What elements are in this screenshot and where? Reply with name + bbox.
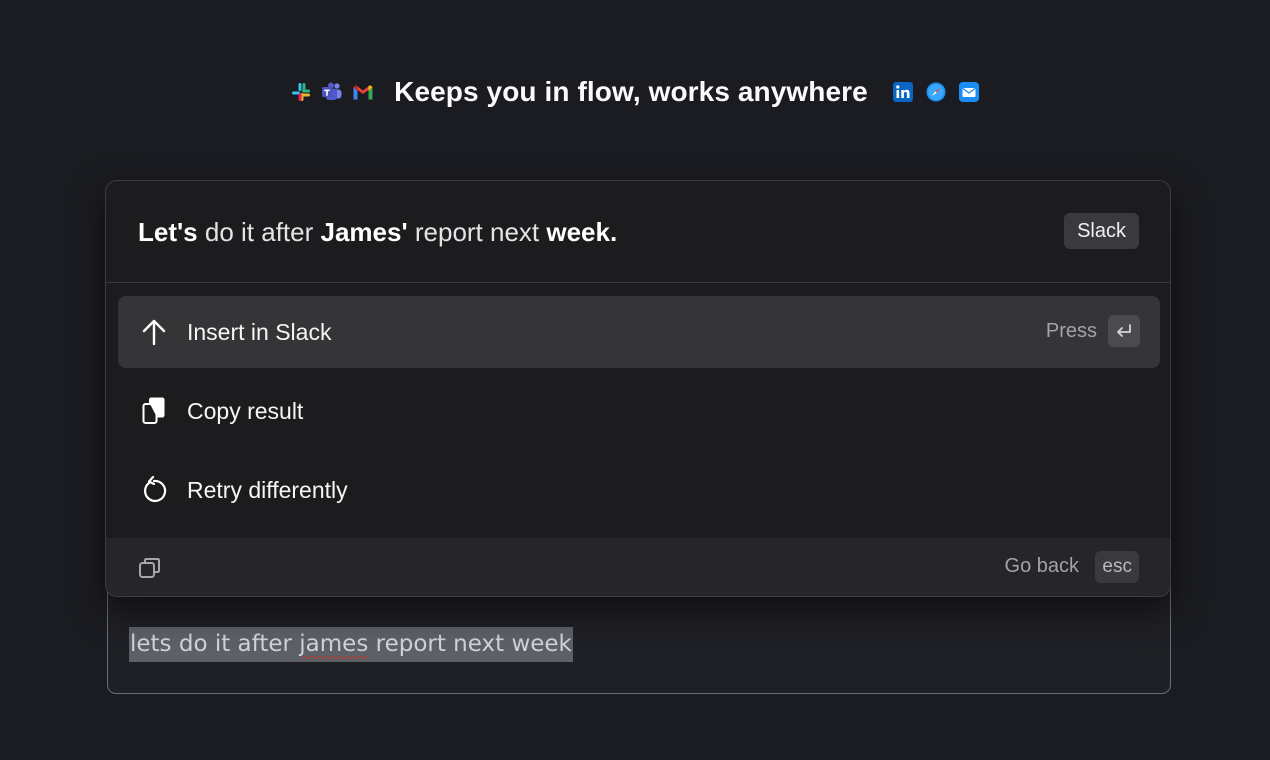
return-key-icon (1108, 315, 1140, 347)
selected-editor-text[interactable]: lets do it after james report next week (129, 627, 573, 662)
header: Keeps you in flow, works anywhere (0, 70, 1270, 114)
rewrite-panel: Let's do it after James' report next wee… (105, 180, 1171, 597)
panel-footer: Go back esc (106, 538, 1170, 596)
editor-text-after: report next week (368, 631, 572, 657)
press-hint: Press (1046, 315, 1140, 347)
app-badge: Slack (1064, 213, 1139, 249)
menu-item-retry[interactable]: Retry differently (118, 454, 1160, 526)
press-label: Press (1045, 319, 1097, 342)
gmail-icon (352, 81, 374, 103)
misspelled-word: james (299, 631, 369, 657)
action-menu: Insert in Slack Press Copy result Retry … (118, 296, 1160, 533)
panel-toggle-icon[interactable] (138, 556, 162, 580)
screen: Keeps you in flow, works anywhere lets d… (0, 0, 1270, 760)
menu-item-copy[interactable]: Copy result (118, 375, 1160, 447)
suggestion-header: Let's do it after James' report next wee… (106, 181, 1170, 283)
suggestion-part: report next (407, 217, 547, 247)
safari-icon (925, 81, 947, 103)
suggestion-text: Let's do it after James' report next wee… (138, 217, 617, 248)
mail-icon (958, 81, 980, 103)
arrow-up-icon (140, 318, 168, 346)
suggestion-part: do it after (197, 217, 321, 247)
slack-icon (290, 81, 312, 103)
suggestion-part: week. (546, 217, 618, 247)
linkedin-icon (892, 81, 914, 103)
teams-icon (321, 81, 343, 103)
page-headline: Keeps you in flow, works anywhere (394, 76, 868, 107)
menu-item-label: Retry differently (187, 476, 348, 503)
go-back-button[interactable]: Go back (1005, 555, 1079, 578)
app-icons-right (892, 81, 980, 103)
menu-item-insert[interactable]: Insert in Slack Press (118, 296, 1160, 368)
esc-key-hint: esc (1095, 551, 1139, 583)
retry-icon (140, 476, 168, 504)
app-icons-left (290, 81, 374, 103)
editor-text-before: lets do it after (130, 631, 300, 657)
suggestion-part: James' (320, 217, 408, 247)
copy-icon (140, 397, 168, 425)
menu-item-label: Insert in Slack (187, 318, 332, 345)
menu-item-label: Copy result (187, 397, 304, 424)
suggestion-part: Let's (138, 217, 198, 247)
